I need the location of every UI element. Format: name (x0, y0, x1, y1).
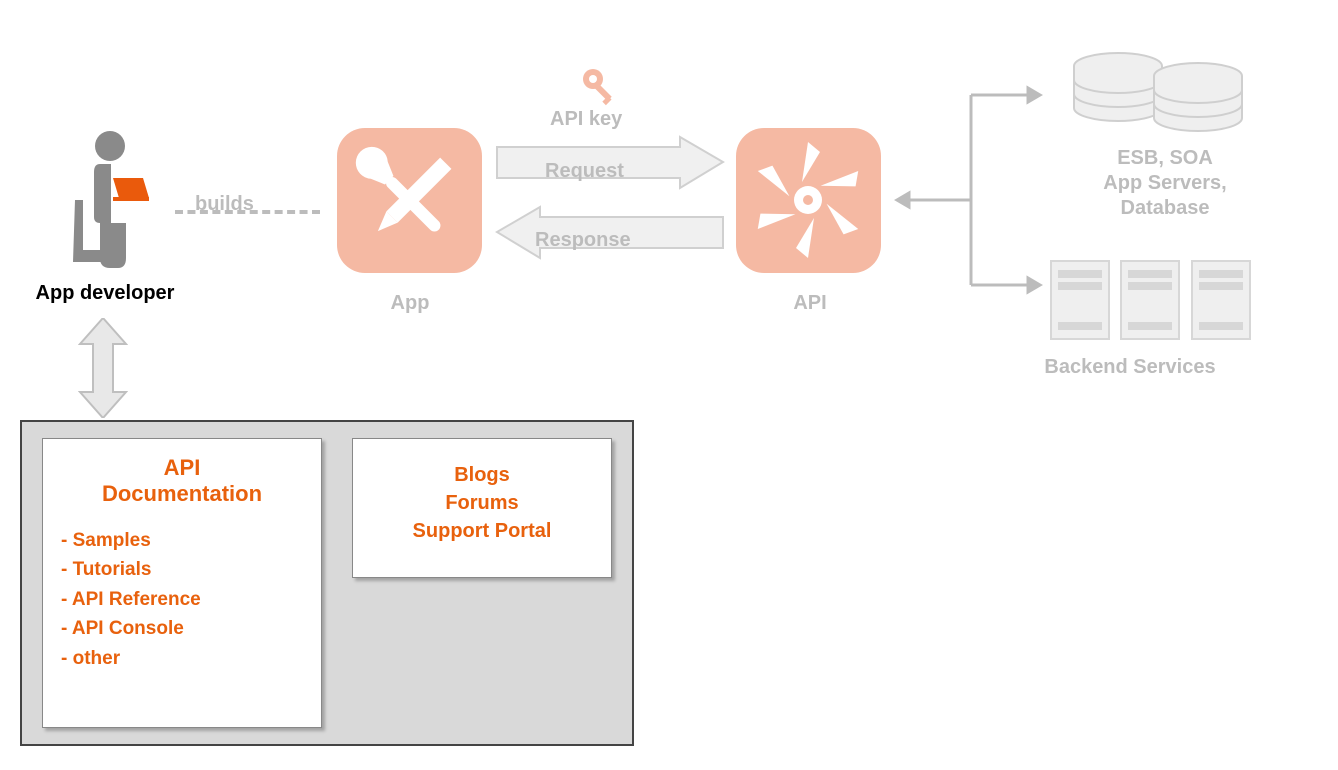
response-label: Response (535, 229, 631, 252)
db-label-line3: Database (1070, 196, 1260, 221)
developer-portal-box: API Documentation - Samples - Tutorials … (20, 420, 634, 746)
community-card: Blogs Forums Support Portal (352, 438, 612, 578)
developer-label: App developer (20, 282, 190, 305)
apikey-label: API key (550, 108, 622, 131)
database-icon (1060, 40, 1260, 140)
doc-item-samples: - Samples (61, 526, 303, 555)
doc-item-other: - other (61, 644, 303, 673)
backend-connectors (885, 75, 1045, 305)
community-support: Support Portal (371, 517, 593, 545)
community-forums: Forums (371, 489, 593, 517)
request-label: Request (545, 160, 624, 183)
api-icon (736, 128, 881, 273)
api-label: API (740, 292, 880, 315)
db-label-line2: App Servers, (1070, 171, 1260, 196)
key-icon (580, 66, 620, 106)
doc-item-tutorials: - Tutorials (61, 555, 303, 584)
doc-title-l2: Documentation (102, 481, 262, 506)
api-documentation-card: API Documentation - Samples - Tutorials … (42, 438, 322, 728)
developer-portal-arrow (78, 318, 128, 418)
backend-label: Backend Services (1000, 356, 1260, 379)
developer-icon (55, 130, 150, 270)
servers-icon (1050, 260, 1260, 350)
db-label: ESB, SOA App Servers, Database (1070, 146, 1260, 221)
app-icon (337, 128, 482, 273)
doc-item-apiref: - API Reference (61, 585, 303, 614)
db-label-line1: ESB, SOA (1070, 146, 1260, 171)
doc-title-l1: API (164, 455, 201, 480)
app-label: App (340, 292, 480, 315)
doc-item-console: - API Console (61, 614, 303, 643)
community-blogs: Blogs (371, 461, 593, 489)
builds-edge (175, 210, 320, 214)
